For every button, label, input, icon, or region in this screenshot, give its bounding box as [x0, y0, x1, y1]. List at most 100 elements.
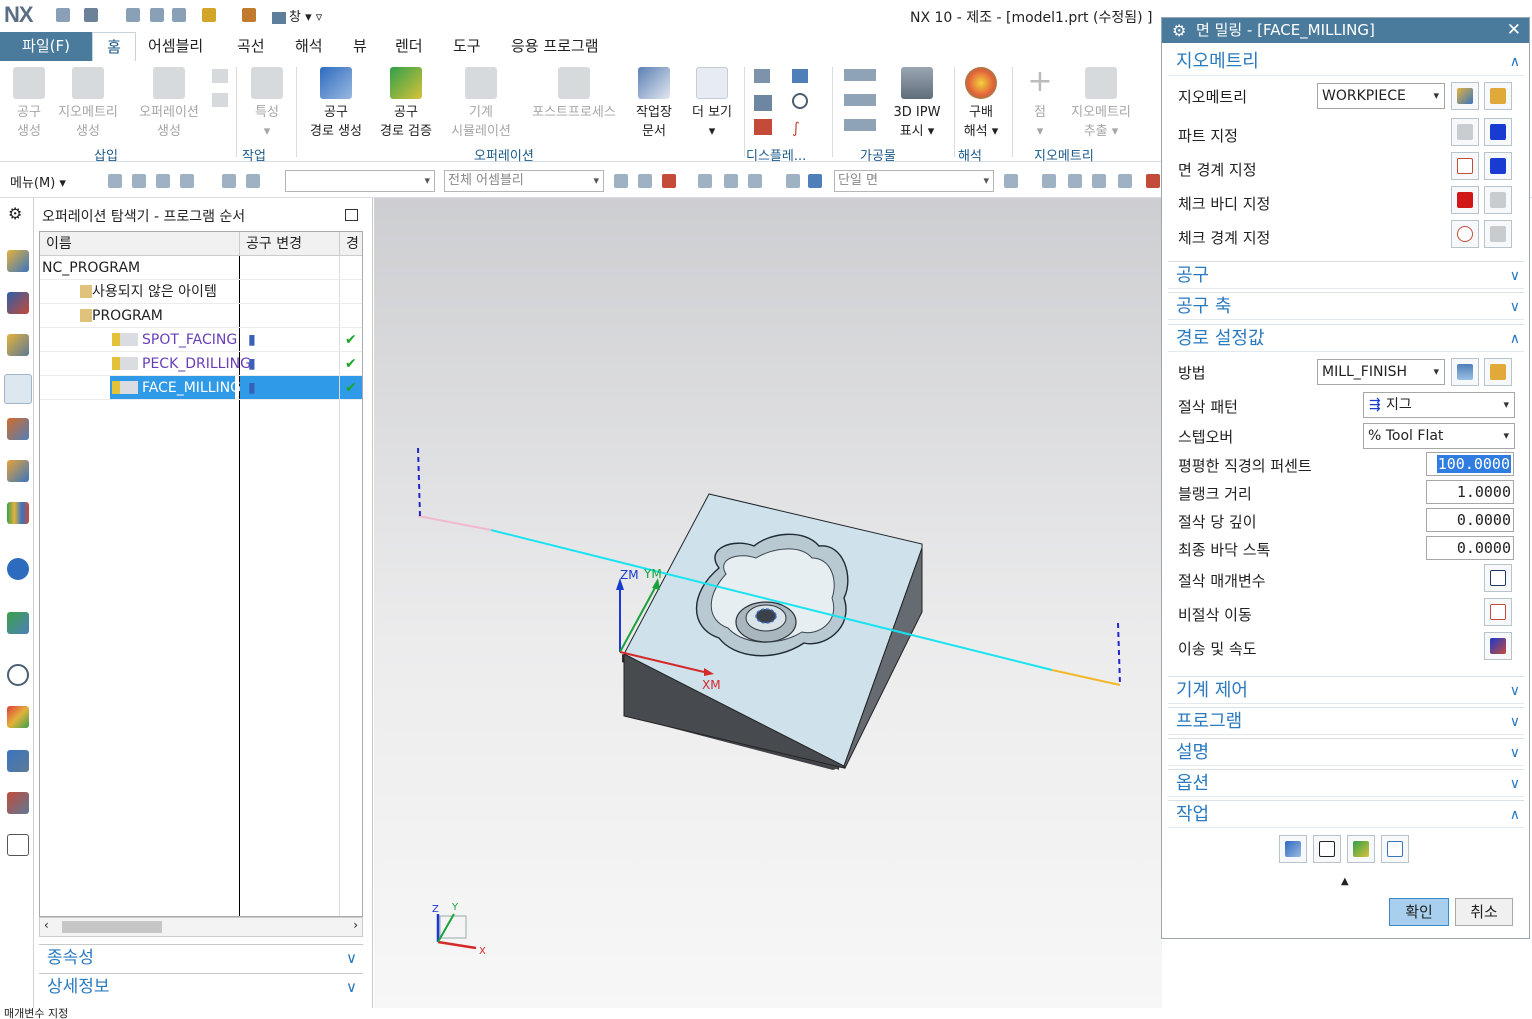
system-materials-icon[interactable]: [7, 706, 29, 728]
show-3d-ipw-button[interactable]: 3D IPW 표시 ▾: [886, 67, 948, 141]
constraint-navigator-icon[interactable]: [7, 292, 29, 314]
save-icon[interactable]: [56, 8, 70, 22]
command-finder-icon[interactable]: [202, 8, 216, 22]
row-name-cell[interactable]: FACE_MILLING: [110, 376, 241, 399]
cut-pattern-select[interactable]: ⇶ 지그: [1363, 392, 1515, 418]
machine-tool-navigator-icon[interactable]: [7, 418, 29, 440]
cut-icon[interactable]: [126, 8, 140, 22]
arrow-icon[interactable]: [1004, 174, 1018, 188]
view-icon-1[interactable]: [786, 174, 800, 188]
tab-tools[interactable]: 도구: [441, 32, 493, 61]
stepover-select[interactable]: % Tool Flat: [1363, 423, 1515, 449]
workpiece-icon-1[interactable]: [844, 69, 876, 81]
table-row[interactable]: PECK_DRILLING ▮ ✔: [40, 352, 362, 376]
postprocess-button[interactable]: 포스트프로세스: [522, 67, 626, 122]
rotate-icon[interactable]: [1092, 174, 1106, 188]
section-tool-axis[interactable]: 공구 축 ∨: [1168, 292, 1524, 320]
display-curve-icon[interactable]: ∫: [792, 119, 808, 137]
graphics-viewport[interactable]: ZM YM XM Z Y X: [374, 198, 1162, 1008]
display-part-button[interactable]: [1484, 118, 1512, 146]
more-button[interactable]: 더 보기 ▾: [684, 67, 740, 141]
machine-simulation-button[interactable]: 기계 시뮬레이션: [444, 67, 518, 141]
section-geometry[interactable]: 지오메트리 ∧: [1168, 48, 1524, 76]
render-style-icon[interactable]: [1146, 174, 1160, 188]
horizontal-scrollbar[interactable]: ‹ ›: [39, 917, 363, 937]
box-select-icon[interactable]: [748, 174, 762, 188]
point-button[interactable]: + 점 ▾: [1022, 67, 1058, 141]
flat-diameter-percent-input[interactable]: 100.0000: [1426, 452, 1514, 476]
final-floor-stock-input[interactable]: 0.0000: [1426, 536, 1514, 560]
fit-view-icon[interactable]: [1042, 174, 1056, 188]
display-icon-2[interactable]: [792, 69, 808, 83]
filter-icon-3[interactable]: [156, 174, 170, 188]
verify-button[interactable]: [1347, 835, 1375, 863]
scroll-left-icon[interactable]: ‹: [44, 918, 49, 932]
extract-geometry-button[interactable]: 지오메트리 추출 ▾: [1062, 67, 1140, 141]
section-description[interactable]: 설명 ∨: [1168, 738, 1524, 766]
section-actions[interactable]: 작업 ∧: [1168, 800, 1524, 828]
tab-view[interactable]: 뷰: [341, 32, 379, 61]
workpiece-icon-3[interactable]: [844, 119, 876, 131]
table-row[interactable]: SPOT_FACING ▮ ✔: [40, 328, 362, 352]
feeds-speeds-button[interactable]: [1484, 632, 1512, 660]
tab-curve[interactable]: 곡선: [225, 32, 277, 61]
row-name-cell[interactable]: PECK_DRILLING: [110, 352, 251, 375]
table-row[interactable]: PROGRAM: [40, 304, 362, 328]
process-studio-icon[interactable]: [7, 750, 29, 772]
create-tool-button[interactable]: 공구 생성: [8, 67, 50, 141]
generate-button[interactable]: [1279, 835, 1307, 863]
touch-mode-icon[interactable]: [242, 8, 256, 22]
row-name-cell[interactable]: SPOT_FACING: [110, 328, 237, 351]
cancel-button[interactable]: 취소: [1455, 898, 1513, 926]
create-operation-button[interactable]: 오퍼레이션 생성: [130, 67, 208, 141]
filter-icon-2[interactable]: [132, 174, 146, 188]
depth-per-cut-input[interactable]: 0.0000: [1426, 508, 1514, 532]
display-icon-4[interactable]: [792, 93, 808, 109]
dialog-header[interactable]: ⚙ 면 밀링 - [FACE_MILLING] ✕: [1162, 18, 1529, 43]
col-path[interactable]: 경: [340, 232, 362, 256]
view-icon-2[interactable]: [808, 174, 822, 188]
history-clock-icon[interactable]: [7, 664, 29, 686]
section-options[interactable]: 옵션 ∨: [1168, 769, 1524, 797]
snap-icon-1[interactable]: [614, 174, 628, 188]
new-method-button[interactable]: [1451, 358, 1479, 386]
sheet-icon[interactable]: [7, 834, 29, 856]
display-icon-5[interactable]: [754, 119, 772, 135]
display-check-body-button[interactable]: [1484, 186, 1512, 214]
snap-icon-5[interactable]: [724, 174, 738, 188]
info-icon[interactable]: [7, 558, 29, 580]
create-geometry-button[interactable]: 지오메트리 생성: [52, 67, 124, 141]
edit-method-button[interactable]: [1484, 358, 1512, 386]
roles-icon[interactable]: [7, 792, 29, 814]
snap-icon-4[interactable]: [698, 174, 712, 188]
assembly-scope-combo[interactable]: 전체 어셈블리: [444, 170, 604, 192]
scroll-thumb[interactable]: [62, 921, 162, 933]
tab-home[interactable]: 홈: [92, 32, 136, 61]
close-icon[interactable]: ✕: [1507, 18, 1521, 43]
snap-icon-3[interactable]: [662, 174, 676, 188]
row-name-cell[interactable]: PROGRAM: [78, 304, 235, 327]
col-tool-change[interactable]: 공구 변경: [240, 232, 340, 256]
display-icon-1[interactable]: [754, 69, 770, 83]
ok-button[interactable]: 확인: [1389, 898, 1449, 926]
properties-button[interactable]: 특성 ▾: [246, 67, 288, 141]
section-path-settings[interactable]: 경로 설정값 ∧: [1168, 324, 1524, 352]
tab-analysis[interactable]: 해석: [283, 32, 335, 61]
web-browser-icon[interactable]: [7, 612, 29, 634]
tab-application[interactable]: 응용 프로그램: [499, 32, 611, 61]
tab-file[interactable]: 파일(F): [0, 32, 92, 61]
specify-check-body-button[interactable]: [1451, 186, 1479, 214]
filter-icon-6[interactable]: [246, 174, 260, 188]
display-face-boundary-button[interactable]: [1484, 152, 1512, 180]
small-insert-icon[interactable]: [212, 69, 228, 83]
reuse-library-icon[interactable]: [7, 502, 29, 524]
blank-distance-input[interactable]: 1.0000: [1426, 480, 1514, 504]
gear-icon[interactable]: ⚙: [8, 204, 22, 223]
section-machine-control[interactable]: 기계 제어 ∨: [1168, 676, 1524, 704]
replay-button[interactable]: [1313, 835, 1341, 863]
row-name-cell[interactable]: NC_PROGRAM: [42, 256, 235, 279]
verify-toolpath-button[interactable]: 공구 경로 검증: [372, 67, 440, 141]
filter-icon-4[interactable]: [180, 174, 194, 188]
row-name-cell[interactable]: 사용되지 않은 아이템: [78, 280, 235, 303]
edit-geometry-button[interactable]: [1484, 82, 1512, 110]
